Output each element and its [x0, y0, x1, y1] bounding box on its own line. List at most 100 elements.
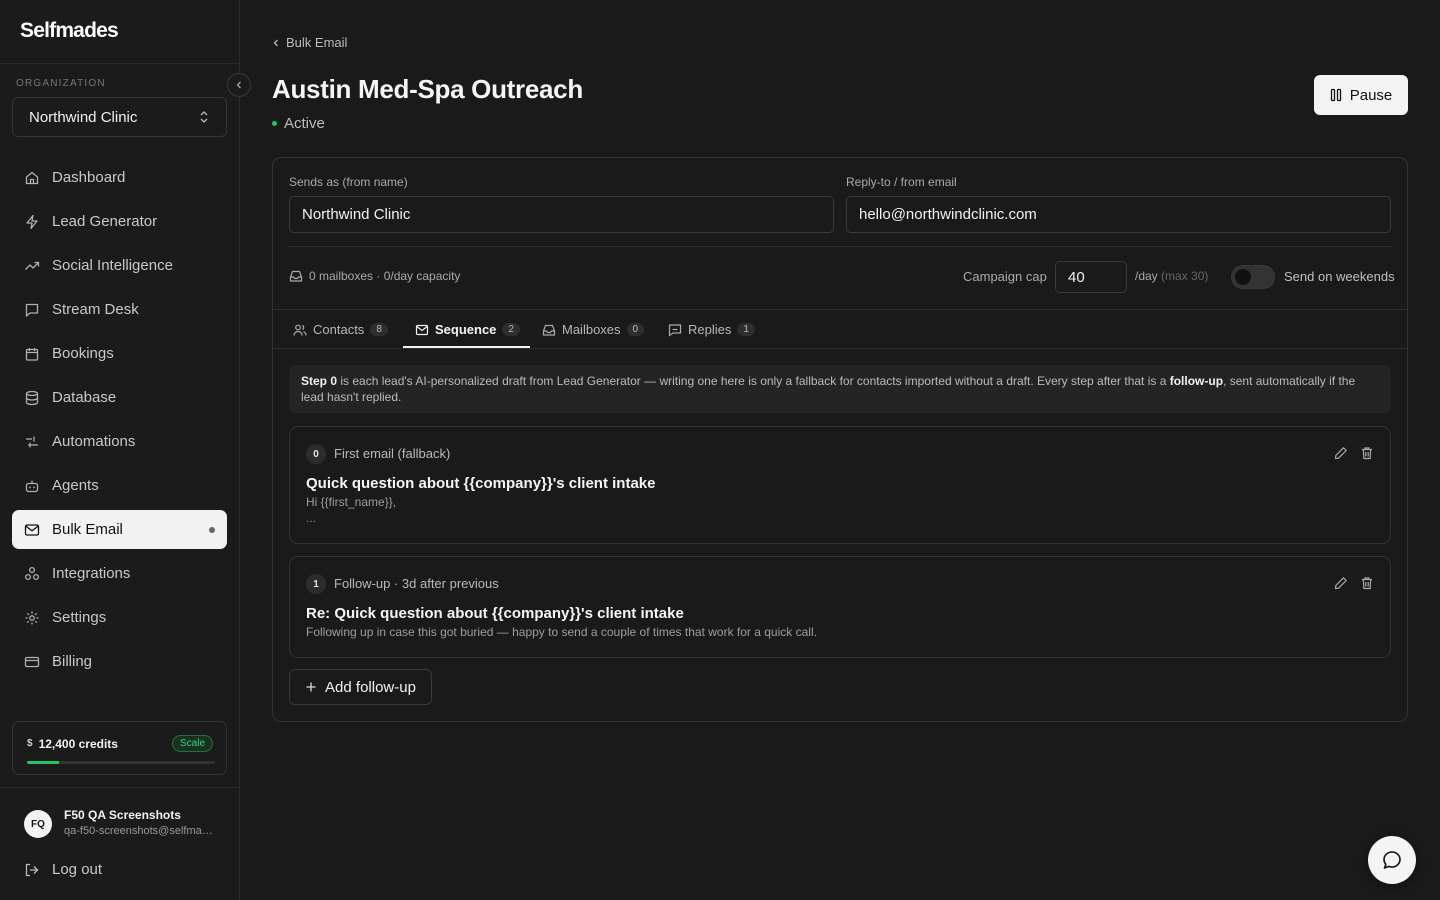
pause-icon [1330, 88, 1341, 102]
sidebar-item-label: Dashboard [52, 169, 126, 186]
credits-card[interactable]: $ 12,400 credits Scale [12, 721, 227, 775]
tab-contacts[interactable]: Contacts 8 [293, 310, 388, 349]
tab-label: Replies [688, 322, 732, 337]
tab-bar: Contacts 8 Sequence 2 Mailboxes 0 Replie… [273, 310, 1407, 349]
home-icon [24, 170, 40, 186]
step-index-badge: 0 [306, 444, 326, 464]
pause-label: Pause [1349, 86, 1393, 104]
from-name-input[interactable]: Northwind Clinic [289, 196, 834, 233]
step-body: Hi {{first_name}}, [306, 495, 397, 509]
capacity-text: 0 mailboxes · 0/day capacity [309, 269, 461, 283]
sidebar-item-label: Billing [52, 653, 93, 670]
sidebar-item-automations[interactable]: Automations [12, 422, 227, 461]
sidebar-item-label: Stream Desk [52, 301, 139, 318]
pencil-icon[interactable] [1334, 576, 1348, 590]
org-selector[interactable]: Northwind Clinic [12, 97, 227, 137]
sidebar: Selfmades ORGANIZATION Northwind Clinic … [0, 0, 251, 900]
sidebar-item-billing[interactable]: Billing [12, 642, 227, 681]
step-actions [1334, 446, 1374, 460]
step-actions [1334, 576, 1374, 590]
campaign-panel: Sends as (from name) Northwind Clinic Re… [272, 157, 1408, 722]
tab-sequence[interactable]: Sequence 2 [415, 310, 520, 349]
step-index-badge: 1 [306, 574, 326, 594]
sidebar-item-bulk-email[interactable]: Bulk Email [12, 510, 227, 549]
active-tab-underline [403, 346, 530, 348]
credits-label: 12,400 credits [38, 736, 118, 751]
sidebar-item-label: Database [52, 389, 117, 406]
trash-icon[interactable] [1360, 446, 1374, 460]
bolt-icon [24, 214, 40, 230]
notice-text-1: is each lead's AI-personalized draft fro… [337, 374, 1170, 388]
dollar-icon: $ [27, 738, 33, 749]
step-meta: First email (fallback) [334, 446, 451, 461]
database-icon [24, 390, 40, 406]
reply-to-input[interactable]: hello@northwindclinic.com [846, 196, 1391, 233]
sidebar-item-label: Bulk Email [52, 521, 123, 538]
sidebar-item-stream-desk[interactable]: Stream Desk [12, 290, 227, 329]
pencil-icon[interactable] [1334, 446, 1348, 460]
campaign-cap-input[interactable]: 40 [1055, 261, 1127, 293]
sidebar-item-social-intelligence[interactable]: Social Intelligence [12, 246, 227, 285]
divider [0, 787, 239, 788]
reply-icon [668, 323, 682, 337]
sidebar-item-integrations[interactable]: Integrations [12, 554, 227, 593]
avatar[interactable]: FQ [24, 810, 52, 838]
sidebar-item-bookings[interactable]: Bookings [12, 334, 227, 373]
bot-icon [24, 478, 40, 494]
pause-button[interactable]: Pause [1314, 75, 1408, 115]
org-label: ORGANIZATION [16, 78, 106, 89]
sidebar-item-dashboard[interactable]: Dashboard [12, 158, 227, 197]
tab-count: 2 [502, 323, 520, 336]
chevron-left-icon [273, 39, 278, 46]
chevron-left-icon [236, 81, 241, 89]
campaign-cap-unit: /day (max 30) [1135, 269, 1208, 283]
sidebar-item-lead-generator[interactable]: Lead Generator [12, 202, 227, 241]
divider [289, 246, 1391, 247]
inbox-icon [542, 324, 556, 336]
chat-bubble-icon [1383, 851, 1401, 869]
tab-replies[interactable]: Replies 1 [668, 310, 755, 349]
calendar-icon [24, 346, 40, 362]
trend-icon [24, 258, 40, 274]
collapse-sidebar-button[interactable] [227, 73, 251, 97]
sequence-notice: Step 0 is each lead's AI-personalized dr… [289, 365, 1391, 413]
step-subject: Quick question about {{company}}'s clien… [306, 475, 656, 492]
breadcrumb[interactable]: Bulk Email [272, 35, 347, 50]
status-dot [272, 121, 277, 126]
step-meta: Follow-up · 3d after previous [334, 576, 499, 591]
users-icon [293, 324, 307, 336]
sidebar-item-agents[interactable]: Agents [12, 466, 227, 505]
cap-max-text: (max 30) [1161, 269, 1209, 283]
sequence-step[interactable]: 1 Follow-up · 3d after previous Re: Quic… [289, 556, 1391, 658]
tab-count: 0 [626, 323, 645, 336]
tab-label: Mailboxes [562, 322, 621, 337]
org-name: Northwind Clinic [29, 108, 138, 126]
sequence-step[interactable]: 0 First email (fallback) Quick question … [289, 426, 1391, 544]
mail-icon [415, 324, 429, 335]
trash-icon[interactable] [1360, 576, 1374, 590]
toggle-knob [1235, 269, 1251, 285]
add-followup-label: Add follow-up [325, 678, 416, 696]
sidebar-item-label: Bookings [52, 345, 114, 362]
puzzle-icon [24, 566, 40, 582]
weekends-toggle[interactable] [1231, 265, 1275, 289]
sidebar-item-settings[interactable]: Settings [12, 598, 227, 637]
chevrons-up-down-icon [200, 111, 208, 123]
credits-progress-fill [27, 761, 59, 764]
tab-label: Sequence [435, 322, 497, 337]
sidebar-item-database[interactable]: Database [12, 378, 227, 417]
logout-button[interactable]: Log out [24, 861, 102, 878]
inbox-icon [289, 270, 303, 282]
logout-icon [25, 863, 39, 876]
tab-mailboxes[interactable]: Mailboxes 0 [542, 310, 645, 349]
status-badge: Active [272, 115, 325, 132]
app-logo[interactable]: Selfmades [20, 19, 119, 43]
add-followup-button[interactable]: Add follow-up [289, 669, 432, 705]
reply-to-label: Reply-to / from email [846, 175, 957, 189]
breadcrumb-link[interactable]: Bulk Email [286, 35, 347, 50]
chat-button[interactable] [1368, 836, 1416, 884]
step-body-ellipsis: ... [306, 511, 317, 525]
credits-progress-bar [27, 761, 215, 764]
step-subject: Re: Quick question about {{company}}'s c… [306, 605, 684, 622]
tab-count: 1 [737, 323, 755, 336]
